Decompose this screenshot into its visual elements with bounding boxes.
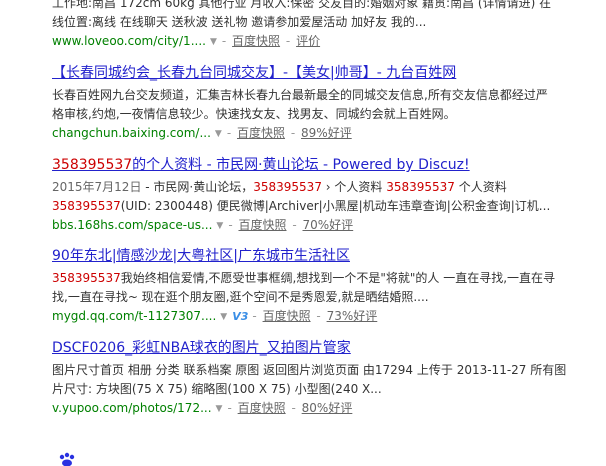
- result-title-link[interactable]: 90年东北|情感沙龙|大粤社区|广东城市生活社区: [52, 247, 600, 265]
- rating-link[interactable]: 89%好评: [301, 126, 352, 140]
- result-title-link[interactable]: 【长春同城约会_长春九台同城交友】-【美女|帅哥】- 九台百姓网: [52, 64, 600, 82]
- result-abstract: 工作地:南昌 172cm 60kg 其他行业 月收入:保密 交友目的:婚姻对象 …: [52, 0, 600, 32]
- result-abstract: 图片尺寸首页 相册 分类 联系档案 原图 返回图片浏览页面 由17294 上传于…: [52, 361, 600, 399]
- rating-link[interactable]: 80%好评: [302, 401, 353, 415]
- result-date: 2015年7月12日: [52, 180, 141, 194]
- search-result: 工作地:南昌 172cm 60kg 其他行业 月收入:保密 交友目的:婚姻对象 …: [52, 0, 600, 51]
- result-meta: www.loveoo.com/city/1....▼- 百度快照 - 评价: [52, 32, 600, 51]
- result-url[interactable]: www.loveoo.com/city/1....: [52, 34, 206, 48]
- snapshot-link[interactable]: 百度快照: [238, 401, 286, 415]
- v3-badge-icon[interactable]: V3: [232, 310, 248, 323]
- result-url[interactable]: changchun.baixing.com/...: [52, 126, 211, 140]
- search-result: 【长春同城约会_长春九台同城交友】-【美女|帅哥】- 九台百姓网 长春百姓网九台…: [52, 64, 600, 143]
- rating-link[interactable]: 70%好评: [303, 218, 354, 232]
- dropdown-triangle-icon[interactable]: ▼: [215, 125, 222, 143]
- result-meta: mygd.qq.com/t-1127307....▼V3- 百度快照 - 73%…: [52, 307, 600, 326]
- dropdown-triangle-icon[interactable]: ▼: [216, 217, 223, 235]
- result-meta: bbs.168hs.com/space-us...▼- 百度快照 - 70%好评: [52, 216, 600, 235]
- rating-link[interactable]: 评价: [296, 34, 320, 48]
- result-title-link[interactable]: 358395537的个人资料 - 市民网·黄山论坛 - Powered by D…: [52, 156, 600, 174]
- result-abstract: 358395537我始终相信爱情,不愿受世事框绸,想找到一个不是"将就"的人 一…: [52, 269, 600, 307]
- snapshot-link[interactable]: 百度快照: [237, 126, 285, 140]
- snapshot-link[interactable]: 百度快照: [232, 34, 280, 48]
- search-result: 90年东北|情感沙龙|大粤社区|广东城市生活社区 358395537我始终相信爱…: [52, 247, 600, 326]
- result-url[interactable]: bbs.168hs.com/space-us...: [52, 218, 212, 232]
- rating-link[interactable]: 73%好评: [327, 309, 378, 323]
- result-meta: v.yupoo.com/photos/172...▼- 百度快照 - 80%好评: [52, 399, 600, 418]
- result-url[interactable]: mygd.qq.com/t-1127307....: [52, 309, 216, 323]
- baidu-paw-icon: [56, 452, 80, 466]
- snapshot-link[interactable]: 百度快照: [238, 218, 286, 232]
- result-meta: changchun.baixing.com/...▼- 百度快照 - 89%好评: [52, 124, 600, 143]
- dropdown-triangle-icon[interactable]: ▼: [210, 33, 217, 51]
- result-abstract: 2015年7月12日 - 市民网·黄山论坛，358395537 › 个人资料 3…: [52, 178, 600, 216]
- dropdown-triangle-icon[interactable]: ▼: [220, 308, 227, 326]
- result-title-link[interactable]: DSCF0206_彩虹NBA球衣的图片_又拍图片管家: [52, 339, 600, 357]
- result-url[interactable]: v.yupoo.com/photos/172...: [52, 401, 212, 415]
- search-result: 358395537的个人资料 - 市民网·黄山论坛 - Powered by D…: [52, 156, 600, 235]
- result-abstract: 长春百姓网九台交友频道，汇集吉林长春九台最新最全的同城交友信息,所有交友信息都经…: [52, 86, 600, 124]
- search-result: DSCF0206_彩虹NBA球衣的图片_又拍图片管家 图片尺寸首页 相册 分类 …: [52, 339, 600, 418]
- dropdown-triangle-icon[interactable]: ▼: [216, 400, 223, 418]
- snapshot-link[interactable]: 百度快照: [263, 309, 311, 323]
